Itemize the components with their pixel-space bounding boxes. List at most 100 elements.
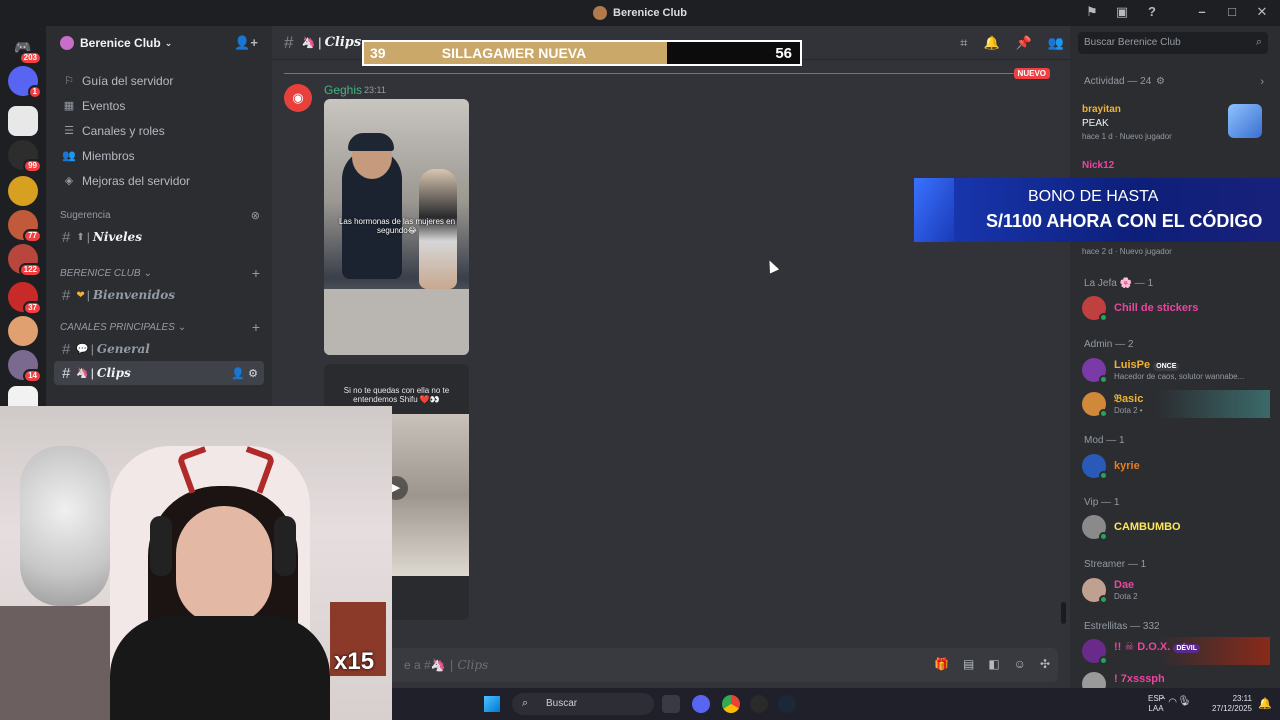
invite-people-icon[interactable]: 👤+ [234, 35, 258, 51]
avatar [1082, 296, 1108, 322]
inbox-icon[interactable]: ⚑ [1084, 4, 1100, 20]
windows-start-icon[interactable] [484, 696, 500, 712]
server-header[interactable]: Berenice Club ⌄ 👤+ [46, 26, 272, 60]
server-name: Berenice Club [80, 36, 161, 50]
separator: | [86, 288, 90, 302]
gear-icon[interactable]: ⚙ [248, 368, 258, 380]
hash-icon: # [62, 364, 71, 382]
volume-icon[interactable]: ♪ [1185, 697, 1190, 708]
pin-icon[interactable]: 📌 [1016, 35, 1032, 51]
member-row[interactable]: !! ☠ D.O.X. DÉVIL [1082, 637, 1270, 665]
category-canales-principales[interactable]: CANALES PRINCIPALES ⌄ + [46, 317, 272, 337]
member-row[interactable]: Dae Dota 2 [1082, 576, 1262, 604]
server-icon[interactable] [8, 176, 38, 206]
add-channel-icon[interactable]: + [252, 319, 260, 335]
chevron-down-icon: ⌄ [143, 267, 152, 279]
sticker-icon[interactable]: ◧ [988, 657, 999, 671]
taskbar-search-label: Buscar [546, 698, 578, 709]
channel-niveles[interactable]: # ⬆ | Niveles [54, 225, 264, 249]
clip-caption: Las hormonas de las mujeres en segundo😂 [338, 217, 456, 235]
steam-icon[interactable] [778, 695, 796, 713]
nav-channels-roles[interactable]: ☰ Canales y roles [46, 118, 272, 143]
wifi-icon[interactable]: ◠ [1168, 697, 1177, 708]
channel-emoji: ❤ [76, 289, 85, 301]
scrollbar[interactable] [1061, 602, 1066, 624]
member-row[interactable]: CAMBUMBO [1082, 513, 1262, 541]
help-icon[interactable]: ? [1144, 4, 1160, 20]
category-berenice-club[interactable]: BERENICE CLUB ⌄ + [46, 263, 272, 283]
gear-icon[interactable]: ⚙ [1156, 76, 1165, 87]
maximize-icon[interactable]: □ [1224, 4, 1240, 20]
channel-general[interactable]: # 💬 | General [54, 337, 264, 361]
online-status [1099, 375, 1108, 384]
discord-avatar-icon[interactable]: ◉ [284, 84, 312, 112]
threads-icon[interactable]: ⌗ [960, 35, 967, 51]
chevron-right-icon[interactable]: › [1260, 76, 1264, 88]
channel-clips[interactable]: # 🦄 | Clips 👤 ⚙ [54, 361, 264, 385]
activity-card[interactable]: Nick12 [1082, 160, 1260, 171]
taskbar-search[interactable]: ⌕ Buscar [512, 693, 654, 715]
online-status [1099, 313, 1108, 322]
close-icon[interactable]: ✕ [1254, 4, 1270, 20]
nav-events[interactable]: ▦ Eventos [46, 93, 272, 118]
activity-user: Nick12 [1082, 160, 1115, 171]
search-input[interactable]: Buscar Berenice Club ⌕ [1078, 32, 1268, 54]
nav-label: Canales y roles [82, 123, 165, 138]
message-input[interactable]: e a #🦄 | Clips 🎁 ▤ ◧ ☺ ✣ [284, 648, 1058, 682]
message-timestamp: 23:11 [364, 85, 386, 95]
activity-card[interactable]: hace 2 d · Nuevo jugador [1082, 244, 1260, 256]
online-status [1099, 471, 1108, 480]
server-icon[interactable]: 1 [8, 66, 42, 99]
server-icon[interactable] [8, 316, 38, 346]
channel-bienvenidos[interactable]: # ❤ | Bienvenidos [54, 283, 264, 307]
server-icon[interactable]: 122 [8, 244, 42, 277]
member-row[interactable]: Chill de stickers [1082, 294, 1262, 322]
member-row[interactable]: kyrie [1082, 452, 1262, 480]
minimize-icon[interactable]: – [1194, 4, 1210, 20]
member-list-icon[interactable]: 👥 [1048, 35, 1064, 51]
message-author[interactable]: Geghis [324, 83, 362, 97]
role-header: Streamer — 1 [1084, 559, 1147, 570]
bell-icon[interactable]: 🔔 [983, 35, 999, 51]
nav-server-guide[interactable]: ⚐ Guía del servidor [46, 68, 272, 93]
nav-members[interactable]: 👥 Miembros [46, 143, 272, 168]
suggestion-header: Sugerencia ⊗ [46, 205, 272, 225]
add-channel-icon[interactable]: + [252, 265, 260, 281]
monitor-icon[interactable]: ▣ [1114, 4, 1130, 20]
nav-server-boosts[interactable]: ◈ Mejoras del servidor [46, 168, 272, 193]
member-row[interactable]: 𝔅asic Dota 2 • [1082, 390, 1270, 418]
chrome-icon[interactable] [722, 695, 740, 713]
category-name: BERENICE CLUB [60, 267, 141, 279]
file-explorer-icon[interactable] [662, 695, 680, 713]
gif-icon[interactable]: ▤ [963, 657, 974, 671]
online-status [1099, 595, 1108, 604]
role-header: Mod — 1 [1084, 435, 1125, 446]
obs-icon[interactable] [750, 695, 768, 713]
dismiss-icon[interactable]: ⊗ [251, 209, 260, 222]
discord-app-icon[interactable] [692, 695, 710, 713]
apps-icon[interactable]: ✣ [1040, 657, 1050, 671]
server-icon[interactable] [8, 106, 38, 136]
clock[interactable]: 23:11 27/12/2025 [1212, 694, 1252, 714]
discord-home-icon[interactable]: 🎮 203 [8, 32, 42, 65]
language-indicator[interactable]: ESP LAA [1148, 694, 1164, 714]
member-name: ! 7xsssph [1114, 673, 1165, 685]
server-icon[interactable]: 99 [8, 140, 42, 173]
gift-icon[interactable]: 🎁 [934, 657, 949, 671]
server-icon[interactable]: 37 [8, 282, 42, 315]
emoji-icon[interactable]: ☺ [1014, 657, 1026, 671]
promo-line2: S/1100 AHORA CON EL CÓDIGO [986, 211, 1263, 231]
unicorn-icon: 🦄 [301, 37, 316, 49]
channel-name: Clips [96, 366, 131, 380]
video-clip[interactable]: Las hormonas de las mujeres en segundo😂 [324, 99, 469, 355]
invite-icon[interactable]: 👤 [231, 368, 245, 380]
nav-label: Mejoras del servidor [82, 173, 191, 188]
activity-card[interactable]: brayitan PEAK hace 1 d · Nuevo jugador [1082, 104, 1262, 141]
member-row[interactable]: LuisPe ONCE Hacedor de caos, solutor wan… [1082, 356, 1262, 384]
server-icon[interactable]: 14 [8, 350, 42, 383]
server-icon[interactable]: 77 [8, 210, 42, 243]
window-titlebar: Berenice Club ⚑ ▣ ? – □ ✕ [0, 0, 1280, 26]
notification-icon[interactable]: 🔔 [1258, 697, 1272, 710]
chevron-down-icon: ⌄ [164, 37, 173, 48]
level-icon: ⬆ [76, 231, 85, 243]
